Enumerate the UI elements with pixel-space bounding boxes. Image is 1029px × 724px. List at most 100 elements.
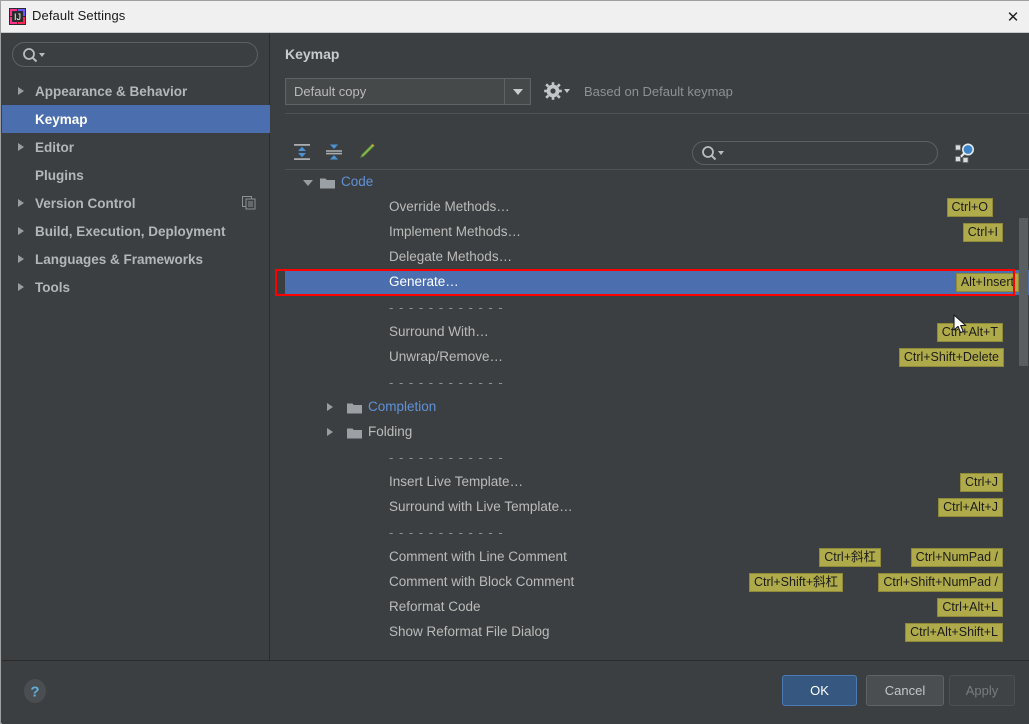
chevron-right-icon xyxy=(18,143,24,151)
tree-row-group-folding[interactable]: Folding xyxy=(285,420,1029,445)
chevron-right-icon xyxy=(18,199,24,207)
tree-row-label: Completion xyxy=(368,399,436,414)
sidebar-item-build-execution-deployment[interactable]: Build, Execution, Deployment xyxy=(2,217,270,245)
intellij-idea-icon: IJ xyxy=(9,8,26,25)
svg-text:IJ: IJ xyxy=(14,12,21,22)
chevron-right-icon xyxy=(18,255,24,263)
sidebar-item-editor[interactable]: Editor xyxy=(2,133,270,161)
sidebar-item-label: Languages & Frameworks xyxy=(35,252,203,267)
dialog-footer: ? OK Cancel Apply xyxy=(2,660,1029,724)
tree-row-label: Surround with Live Template… xyxy=(389,499,573,514)
tree-row-separator: - - - - - - - - - - - - xyxy=(285,370,1029,395)
keymap-search-input[interactable] xyxy=(726,144,930,164)
chevron-right-icon xyxy=(18,227,24,235)
tree-row-delegate-methods[interactable]: Delegate Methods… xyxy=(285,245,1029,270)
tree-row-surround-with[interactable]: Surround With… Ctrl+Alt+T xyxy=(285,320,1029,345)
tree-row-label: Insert Live Template… xyxy=(389,474,523,489)
tree-row-implement-methods[interactable]: Implement Methods… Ctrl+I xyxy=(285,220,1029,245)
tree-row-separator: - - - - - - - - - - - - xyxy=(285,295,1029,320)
tree-row-label: Comment with Block Comment xyxy=(389,574,574,589)
separator-dashes: - - - - - - - - - - - - xyxy=(389,450,504,465)
chevron-right-icon[interactable] xyxy=(327,403,333,411)
pencil-icon[interactable] xyxy=(353,139,379,165)
sidebar-item-version-control[interactable]: Version Control xyxy=(2,189,270,217)
apply-button[interactable]: Apply xyxy=(949,675,1015,706)
sidebar-item-plugins[interactable]: Plugins xyxy=(2,161,270,189)
scrollbar-thumb[interactable] xyxy=(1019,218,1028,366)
find-by-shortcut-icon[interactable] xyxy=(952,140,978,166)
shortcut-badge[interactable]: Ctrl+J xyxy=(960,473,1003,492)
tree-row-group-completion[interactable]: Completion xyxy=(285,395,1029,420)
shortcut-badge[interactable]: Ctrl+I xyxy=(963,223,1003,242)
page-title: Keymap xyxy=(285,46,339,62)
separator-dashes: - - - - - - - - - - - - xyxy=(389,375,504,390)
separator-dashes: - - - - - - - - - - - - xyxy=(389,300,504,315)
sidebar-search-box[interactable] xyxy=(12,42,258,67)
tree-row-comment-with-line-comment[interactable]: Comment with Line Comment Ctrl+NumPad / … xyxy=(285,545,1029,570)
tree-row-label: Reformat Code xyxy=(389,599,481,614)
tree-row-label: Generate… xyxy=(389,274,459,289)
tree-row-label: Folding xyxy=(368,424,412,439)
sidebar-item-tools[interactable]: Tools xyxy=(2,273,270,301)
settings-sidebar: Appearance & Behavior Keymap Editor Plug… xyxy=(2,33,270,660)
tree-vertical-scrollbar[interactable] xyxy=(1018,170,1029,649)
sidebar-item-label: Appearance & Behavior xyxy=(35,84,187,99)
search-icon xyxy=(701,145,727,161)
chevron-right-icon[interactable] xyxy=(327,428,333,436)
window-title: Default Settings xyxy=(32,8,125,23)
dialog-body: Appearance & Behavior Keymap Editor Plug… xyxy=(2,33,1029,724)
cancel-button[interactable]: Cancel xyxy=(866,675,944,706)
tree-row-label: Delegate Methods… xyxy=(389,249,512,264)
sidebar-item-languages-frameworks[interactable]: Languages & Frameworks xyxy=(2,245,270,273)
close-icon[interactable]: ✕ xyxy=(1000,5,1026,29)
shortcut-badge-secondary[interactable]: Ctrl+NumPad / xyxy=(911,548,1003,567)
sidebar-item-label: Plugins xyxy=(35,168,84,183)
help-icon[interactable]: ? xyxy=(22,678,48,704)
gear-icon[interactable] xyxy=(543,80,571,102)
shortcut-badge[interactable]: Ctrl+Shift+Delete xyxy=(899,348,1004,367)
shortcut-badge[interactable]: Ctrl+Alt+L xyxy=(937,598,1003,617)
shortcut-badge[interactable]: Ctrl+Shift+斜杠 xyxy=(749,573,843,592)
tree-row-surround-with-live-template[interactable]: Surround with Live Template… Ctrl+Alt+J xyxy=(285,495,1029,520)
tree-row-label: Show Reformat File Dialog xyxy=(389,624,550,639)
chevron-down-icon[interactable] xyxy=(303,180,313,186)
header-divider xyxy=(285,113,1029,114)
shortcut-badge-secondary[interactable]: Ctrl+Shift+NumPad / xyxy=(878,573,1003,592)
tree-row-show-reformat-file-dialog[interactable]: Show Reformat File Dialog Ctrl+Alt+Shift… xyxy=(285,620,1029,645)
tree-row-group-code[interactable]: Code xyxy=(285,170,1029,195)
shortcut-badge[interactable]: Ctrl+斜杠 xyxy=(819,548,881,567)
tree-row-comment-with-block-comment[interactable]: Comment with Block Comment Ctrl+Shift+Nu… xyxy=(285,570,1029,595)
keymap-action-tree: Code Override Methods… Ctrl+O Implement … xyxy=(285,170,1029,649)
tree-row-label: Override Methods… xyxy=(389,199,510,214)
sidebar-item-keymap[interactable]: Keymap xyxy=(2,105,270,133)
chevron-right-icon xyxy=(18,283,24,291)
expand-all-icon[interactable] xyxy=(289,139,315,165)
tree-row-unwrap-remove[interactable]: Unwrap/Remove… Ctrl+Shift+Delete xyxy=(285,345,1029,370)
ok-button[interactable]: OK xyxy=(782,675,857,706)
based-on-label: Based on Default keymap xyxy=(584,84,733,99)
shortcut-badge[interactable]: Ctrl+Alt+J xyxy=(938,498,1003,517)
shortcut-badge[interactable]: Ctrl+Alt+T xyxy=(937,323,1003,342)
collapse-all-icon[interactable] xyxy=(321,139,347,165)
sidebar-search-input[interactable] xyxy=(47,45,251,66)
tree-row-label: Unwrap/Remove… xyxy=(389,349,503,364)
sidebar-item-appearance-behavior[interactable]: Appearance & Behavior xyxy=(2,77,270,105)
keymap-select[interactable]: Default copy xyxy=(285,78,531,105)
tree-row-label: Comment with Line Comment xyxy=(389,549,567,564)
shortcut-badge[interactable]: Ctrl+Alt+Shift+L xyxy=(905,623,1003,642)
folder-icon xyxy=(347,426,362,438)
settings-category-tree: Appearance & Behavior Keymap Editor Plug… xyxy=(2,77,270,301)
settings-dialog: IJ Default Settings ✕ xyxy=(0,0,1029,724)
chevron-down-icon[interactable] xyxy=(504,79,530,104)
sidebar-item-label: Build, Execution, Deployment xyxy=(35,224,226,239)
copy-icon xyxy=(242,196,256,210)
folder-icon xyxy=(320,176,335,188)
tree-row-override-methods[interactable]: Override Methods… Ctrl+O xyxy=(285,195,1029,220)
tree-row-reformat-code[interactable]: Reformat Code Ctrl+Alt+L xyxy=(285,595,1029,620)
tree-row-generate[interactable]: Generate… Alt+Insert xyxy=(285,270,1029,295)
svg-text:?: ? xyxy=(30,684,39,701)
keymap-search-box[interactable] xyxy=(692,141,938,165)
tree-row-insert-live-template[interactable]: Insert Live Template… Ctrl+J xyxy=(285,470,1029,495)
shortcut-badge[interactable]: Ctrl+O xyxy=(947,198,993,217)
shortcut-badge[interactable]: Alt+Insert xyxy=(956,273,1019,292)
